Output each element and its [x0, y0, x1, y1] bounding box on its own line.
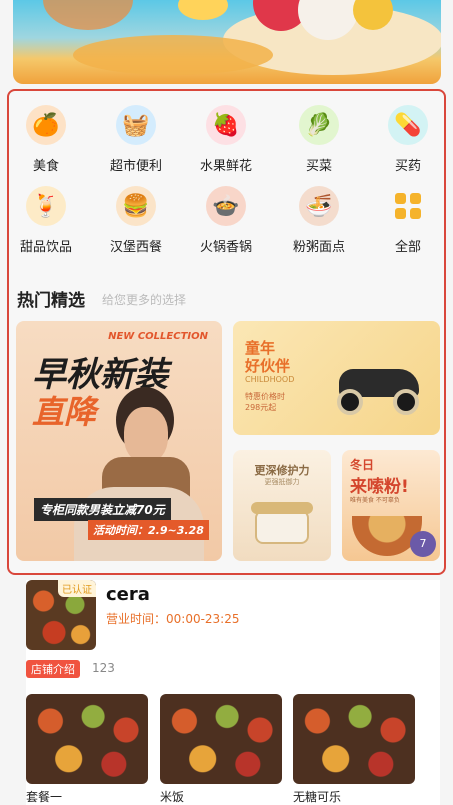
dish-name: 无糖可乐	[293, 790, 342, 804]
category-supermarket[interactable]: 🧺 超市便利	[101, 105, 171, 174]
shop-name: cera	[106, 584, 150, 605]
hero-banner[interactable]	[13, 0, 441, 84]
noodle-bowl-icon: 🍜	[299, 186, 339, 226]
toy-car-image	[329, 359, 429, 419]
shop-card[interactable]: 已认证 cera 营业时间：00:00-23:25 店铺介绍 123 套餐一 米…	[26, 580, 440, 805]
banner-tag: NEW COLLECTION	[108, 331, 208, 342]
fashion-promo-banner[interactable]: NEW COLLECTION 早秋新装 直降 专柜同款男装立减70元 活动时间：…	[16, 321, 222, 561]
dish-image	[26, 694, 148, 784]
kids-title-en: CHILDHOOD	[245, 375, 295, 384]
noodle-badge: 7	[410, 531, 436, 557]
noodle-promo-banner[interactable]: 冬日 来嗦粉! 唯有美食 不可辜负 7	[342, 450, 440, 561]
hotpot-icon: 🍲	[206, 186, 246, 226]
dish-image	[293, 694, 415, 784]
category-hotpot[interactable]: 🍲 火锅香锅	[191, 186, 261, 255]
noodle-subtitle: 唯有美食 不可辜负	[350, 497, 400, 504]
shop-intro-tag: 店铺介绍	[26, 660, 80, 678]
skincare-promo-banner[interactable]: 更深修护力 更强抵御力	[233, 450, 331, 561]
kids-price-2: 298元起	[245, 403, 277, 412]
category-food[interactable]: 🍊 美食	[11, 105, 81, 174]
skincare-subtitle: 更强抵御力	[264, 478, 300, 486]
category-medicine[interactable]: 💊 买药	[373, 105, 443, 174]
section-subtitle: 给您更多的选择	[102, 293, 187, 307]
vegetable-icon: 🥬	[299, 105, 339, 145]
category-vegetables[interactable]: 🥬 买菜	[284, 105, 354, 174]
category-burgers-western[interactable]: 🍔 汉堡西餐	[101, 186, 171, 255]
kids-price-1: 特惠价格时	[245, 392, 285, 401]
shop-thumbnail: 已认证	[26, 580, 96, 650]
kids-title-2: 好伙伴	[245, 357, 291, 375]
drink-icon: 🍹	[26, 186, 66, 226]
shop-hours: 营业时间：00:00-23:25	[106, 612, 240, 626]
category-desserts-drinks[interactable]: 🍹 甜品饮品	[11, 186, 81, 255]
dish-image	[160, 694, 282, 784]
cream-jar-image	[251, 502, 313, 548]
skincare-title: 更深修护力	[254, 464, 310, 477]
verified-badge: 已认证	[58, 580, 96, 597]
strawberry-icon: 🍓	[206, 105, 246, 145]
dish-item[interactable]: 米饭	[160, 694, 282, 805]
category-noodles-porridge[interactable]: 🍜 粉粥面点	[284, 186, 354, 255]
dish-item[interactable]: 套餐一	[26, 694, 148, 805]
category-panel: 🍊 美食 🧺 超市便利 🍓 水果鲜花 🥬 买菜 💊 买药 🍹 甜品饮品 🍔 汉堡…	[7, 89, 446, 575]
dish-name: 套餐一	[26, 790, 63, 804]
shop-intro-value: 123	[92, 661, 115, 675]
banner-promo: 专柜同款男装立减70元	[34, 498, 171, 521]
kids-promo-banner[interactable]: 童年 好伙伴 CHILDHOOD 特惠价格时 298元起	[233, 321, 440, 435]
burger-icon: 🍔	[116, 186, 156, 226]
dish-item[interactable]: 无糖可乐	[293, 694, 415, 805]
category-fruit-flowers[interactable]: 🍓 水果鲜花	[191, 105, 261, 174]
banner-date: 活动时间：2.9~3.28	[88, 520, 209, 540]
section-title: 热门精选	[17, 291, 85, 311]
noodle-title-1: 冬日	[350, 458, 375, 472]
supermarket-basket-icon: 🧺	[116, 105, 156, 145]
grid-all-icon	[388, 186, 428, 226]
dish-name: 米饭	[160, 790, 185, 804]
category-all[interactable]: 全部	[373, 186, 443, 255]
food-icon: 🍊	[26, 105, 66, 145]
medicine-box-icon: 💊	[388, 105, 428, 145]
noodle-title-2: 来嗦粉!	[350, 477, 409, 497]
